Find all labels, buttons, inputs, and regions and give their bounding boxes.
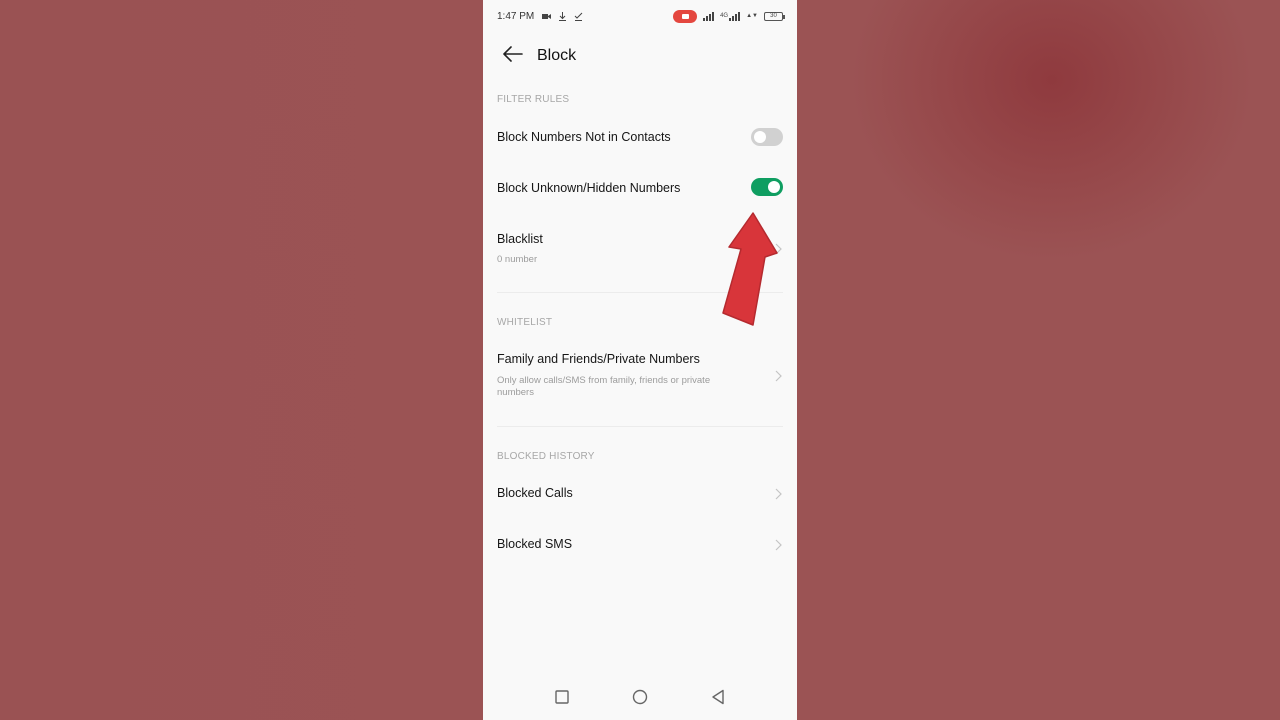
- row-blocked-sms[interactable]: Blocked SMS: [483, 519, 797, 569]
- video-icon: [542, 12, 552, 21]
- data-speed-icon: ▲▼: [746, 13, 758, 19]
- status-time: 1:47 PM: [497, 10, 535, 22]
- download-icon: [558, 11, 567, 21]
- battery-icon: 30: [764, 11, 785, 21]
- square-icon: [555, 689, 569, 709]
- row-label: Block Unknown/Hidden Numbers: [497, 181, 681, 195]
- lte-signal-icon: 4G: [720, 11, 741, 21]
- row-block-not-in-contacts[interactable]: Block Numbers Not in Contacts: [483, 112, 797, 162]
- battery-level: 30: [770, 13, 777, 19]
- background-right: [797, 0, 1280, 720]
- check-list-icon: [574, 12, 583, 21]
- row-label: Family and Friends/Private Numbers: [497, 352, 700, 366]
- phone-screen: 1:47 PM 4G ▲▼ 30 Block FILTER RULES Bloc…: [483, 0, 797, 720]
- screen-record-icon: [673, 9, 698, 23]
- triangle-back-icon: [711, 689, 725, 710]
- status-right-group: 4G ▲▼ 30: [673, 9, 785, 23]
- signal-icon: [703, 11, 715, 21]
- section-label-blocked-history: BLOCKED HISTORY: [497, 451, 595, 462]
- app-header: Block: [483, 36, 797, 76]
- nav-back-button[interactable]: [698, 679, 738, 719]
- toggle-block-unknown-hidden[interactable]: [751, 178, 783, 196]
- divider: [497, 426, 783, 427]
- page-title: Block: [537, 47, 577, 64]
- annotation-arrow-icon: [722, 212, 778, 326]
- row-family-friends[interactable]: Family and Friends/Private Numbers Only …: [483, 336, 797, 416]
- system-nav-bar: [483, 678, 797, 720]
- row-label: Block Numbers Not in Contacts: [497, 130, 671, 144]
- back-button[interactable]: [493, 36, 533, 76]
- arrow-left-icon: [503, 45, 523, 67]
- row-label: Blacklist: [497, 232, 543, 246]
- row-blocked-calls[interactable]: Blocked Calls: [483, 468, 797, 518]
- status-bar: 1:47 PM 4G ▲▼ 30: [483, 0, 797, 32]
- toggle-block-not-in-contacts[interactable]: [751, 128, 783, 146]
- nav-home-button[interactable]: [620, 679, 660, 719]
- chevron-right-icon: [773, 538, 783, 551]
- section-label-filter-rules: FILTER RULES: [497, 94, 570, 105]
- network-label: 4G: [720, 13, 729, 19]
- chevron-right-icon: [773, 369, 783, 382]
- nav-recents-button[interactable]: [542, 679, 582, 719]
- row-label: Blocked Calls: [497, 486, 573, 500]
- circle-icon: [632, 689, 648, 710]
- section-label-whitelist: WHITELIST: [497, 317, 553, 328]
- row-subtitle: Only allow calls/SMS from family, friend…: [497, 375, 711, 398]
- background-left: [0, 0, 483, 720]
- chevron-right-icon: [773, 487, 783, 500]
- row-label: Blocked SMS: [497, 537, 573, 551]
